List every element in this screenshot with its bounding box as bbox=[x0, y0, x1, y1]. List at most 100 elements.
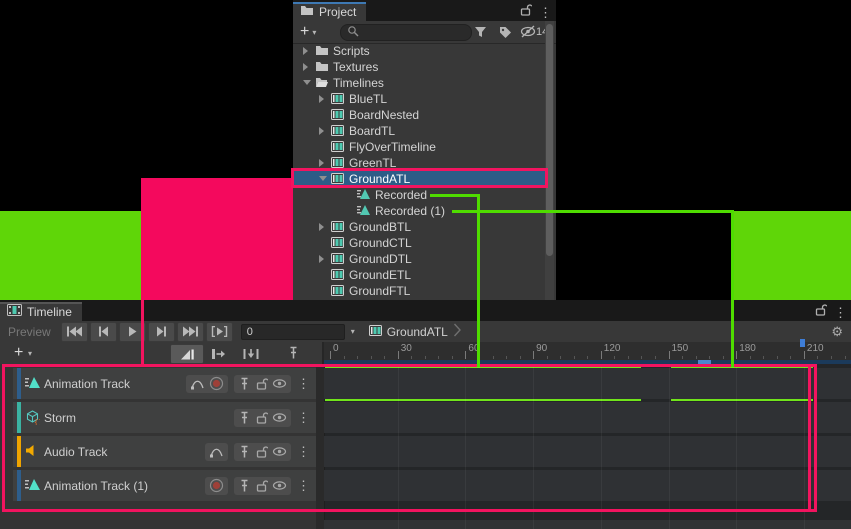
breadcrumb[interactable]: GroundATL bbox=[369, 322, 462, 341]
window-menu-icon[interactable]: ⋮ bbox=[539, 6, 552, 19]
track-header-animation-track[interactable]: Animation Track⋮ bbox=[13, 368, 316, 399]
track-header-audio-track[interactable]: Audio Track⋮ bbox=[13, 436, 316, 467]
ruler-tick bbox=[465, 351, 466, 359]
record-icon[interactable] bbox=[209, 376, 224, 391]
ruler-tick bbox=[709, 356, 710, 359]
tree-item-greentl[interactable]: GreenTL bbox=[293, 155, 546, 171]
tree-item-label: GreenTL bbox=[349, 156, 396, 170]
expand-icon[interactable] bbox=[319, 159, 324, 167]
frame-dropdown-icon[interactable]: ▾ bbox=[351, 327, 355, 336]
search-by-type-icon[interactable] bbox=[473, 25, 488, 44]
frame-field[interactable]: 0 bbox=[241, 324, 345, 340]
tree-item-grounddtl[interactable]: GroundDTL bbox=[293, 251, 546, 267]
expand-icon[interactable] bbox=[303, 47, 308, 55]
tree-item-timelines[interactable]: Timelines bbox=[293, 75, 546, 91]
settings-gear-icon[interactable]: ⚙ bbox=[831, 324, 843, 340]
add-track-button[interactable]: + bbox=[14, 344, 23, 362]
curves-icon[interactable] bbox=[209, 445, 224, 458]
next-frame-button[interactable] bbox=[148, 322, 175, 342]
add-track-dropdown-icon[interactable]: ▾ bbox=[28, 349, 32, 358]
track-lane[interactable] bbox=[324, 436, 851, 467]
tree-item-groundbtl[interactable]: GroundBTL bbox=[293, 219, 546, 235]
time-ruler[interactable]: 0306090120150180210 bbox=[324, 342, 851, 360]
expand-icon[interactable] bbox=[319, 127, 324, 135]
eye-icon[interactable] bbox=[272, 446, 287, 457]
curves-icon[interactable] bbox=[190, 377, 205, 390]
preview-toggle[interactable]: Preview bbox=[8, 325, 51, 339]
ripple-mode-icon[interactable] bbox=[210, 347, 227, 365]
window-menu-icon[interactable]: ⋮ bbox=[834, 306, 847, 319]
track-menu-icon[interactable]: ⋮ bbox=[297, 445, 310, 458]
timeline-end-marker[interactable] bbox=[800, 339, 805, 347]
ruler-tick bbox=[479, 356, 480, 359]
track-menu-icon[interactable]: ⋮ bbox=[297, 479, 310, 492]
tree-item-boardtl[interactable]: BoardTL bbox=[293, 123, 546, 139]
eye-icon[interactable] bbox=[272, 378, 287, 389]
pin-icon[interactable] bbox=[238, 377, 251, 391]
track-menu-icon[interactable]: ⋮ bbox=[297, 377, 310, 390]
replace-mode-icon[interactable] bbox=[242, 347, 260, 365]
lock-icon[interactable] bbox=[255, 445, 268, 458]
track-lane[interactable] bbox=[324, 402, 851, 433]
lock-icon[interactable] bbox=[255, 479, 268, 492]
tab-project[interactable]: Project bbox=[293, 2, 366, 21]
goto-end-button[interactable] bbox=[177, 322, 204, 342]
track-lane[interactable] bbox=[324, 368, 851, 399]
ruler-label: 30 bbox=[401, 343, 412, 354]
timeline-icon bbox=[331, 236, 344, 249]
ruler-tick bbox=[696, 356, 697, 359]
timeline-tabbar: Timeline ⋮ bbox=[0, 300, 851, 321]
tree-item-groundctl[interactable]: GroundCTL bbox=[293, 235, 546, 251]
record-icon[interactable] bbox=[209, 478, 224, 493]
prev-frame-button[interactable] bbox=[90, 322, 117, 342]
label-icon[interactable] bbox=[498, 25, 513, 44]
tree-item-recorded-1-[interactable]: Recorded (1) bbox=[293, 203, 546, 219]
pin-icon[interactable] bbox=[238, 479, 251, 493]
marker-toggle-icon[interactable] bbox=[287, 346, 300, 365]
hidden-eye-icon[interactable] bbox=[520, 25, 536, 43]
track-option-group bbox=[186, 375, 228, 393]
track-header-storm[interactable]: {}Storm⋮ bbox=[13, 402, 316, 433]
tree-item-textures[interactable]: Textures bbox=[293, 59, 546, 75]
search-input[interactable] bbox=[340, 24, 472, 41]
tree-item-scripts[interactable]: Scripts bbox=[293, 43, 546, 59]
create-asset-button[interactable]: + bbox=[300, 25, 309, 39]
tree-item-recorded[interactable]: Recorded bbox=[293, 187, 546, 203]
anim-clip-icon bbox=[357, 204, 370, 217]
breadcrumb-chevron-icon bbox=[453, 322, 462, 341]
tree-item-flyovertimeline[interactable]: FlyOverTimeline bbox=[293, 139, 546, 155]
pin-icon[interactable] bbox=[238, 411, 251, 425]
expand-icon[interactable] bbox=[319, 95, 324, 103]
play-range-button[interactable] bbox=[206, 322, 233, 342]
green-backdrop-left bbox=[0, 211, 141, 300]
scrollbar-thumb[interactable] bbox=[546, 24, 553, 256]
collapse-icon[interactable] bbox=[319, 176, 327, 181]
goto-start-button[interactable] bbox=[61, 322, 88, 342]
project-scrollbar[interactable] bbox=[545, 21, 554, 300]
lock-icon[interactable] bbox=[255, 411, 268, 424]
tree-item-boardnested[interactable]: BoardNested bbox=[293, 107, 546, 123]
collapse-icon[interactable] bbox=[303, 80, 311, 85]
play-button[interactable] bbox=[119, 322, 146, 342]
create-dropdown-icon[interactable]: ▾ bbox=[312, 28, 316, 37]
ruler-tick bbox=[520, 356, 521, 359]
lock-icon[interactable] bbox=[255, 377, 268, 390]
tab-timeline[interactable]: Timeline bbox=[0, 302, 82, 321]
track-menu-icon[interactable]: ⋮ bbox=[297, 411, 310, 424]
expand-icon[interactable] bbox=[303, 63, 308, 71]
tree-item-groundatl[interactable]: GroundATL bbox=[293, 171, 546, 187]
tree-item-groundetl[interactable]: GroundETL bbox=[293, 267, 546, 283]
pin-icon[interactable] bbox=[238, 445, 251, 459]
unlock-icon[interactable] bbox=[814, 303, 827, 321]
expand-icon[interactable] bbox=[319, 223, 324, 231]
tree-item-groundftl[interactable]: GroundFTL bbox=[293, 283, 546, 299]
ruler-label: 180 bbox=[739, 343, 756, 354]
expand-icon[interactable] bbox=[319, 255, 324, 263]
tree-item-bluetl[interactable]: BlueTL bbox=[293, 91, 546, 107]
eye-icon[interactable] bbox=[272, 412, 287, 423]
unlock-icon[interactable] bbox=[519, 3, 532, 21]
mix-mode-icon[interactable] bbox=[170, 344, 204, 364]
eye-icon[interactable] bbox=[272, 480, 287, 491]
track-lane[interactable] bbox=[324, 470, 851, 501]
track-header-animation-track-1-[interactable]: Animation Track (1)⋮ bbox=[13, 470, 316, 501]
